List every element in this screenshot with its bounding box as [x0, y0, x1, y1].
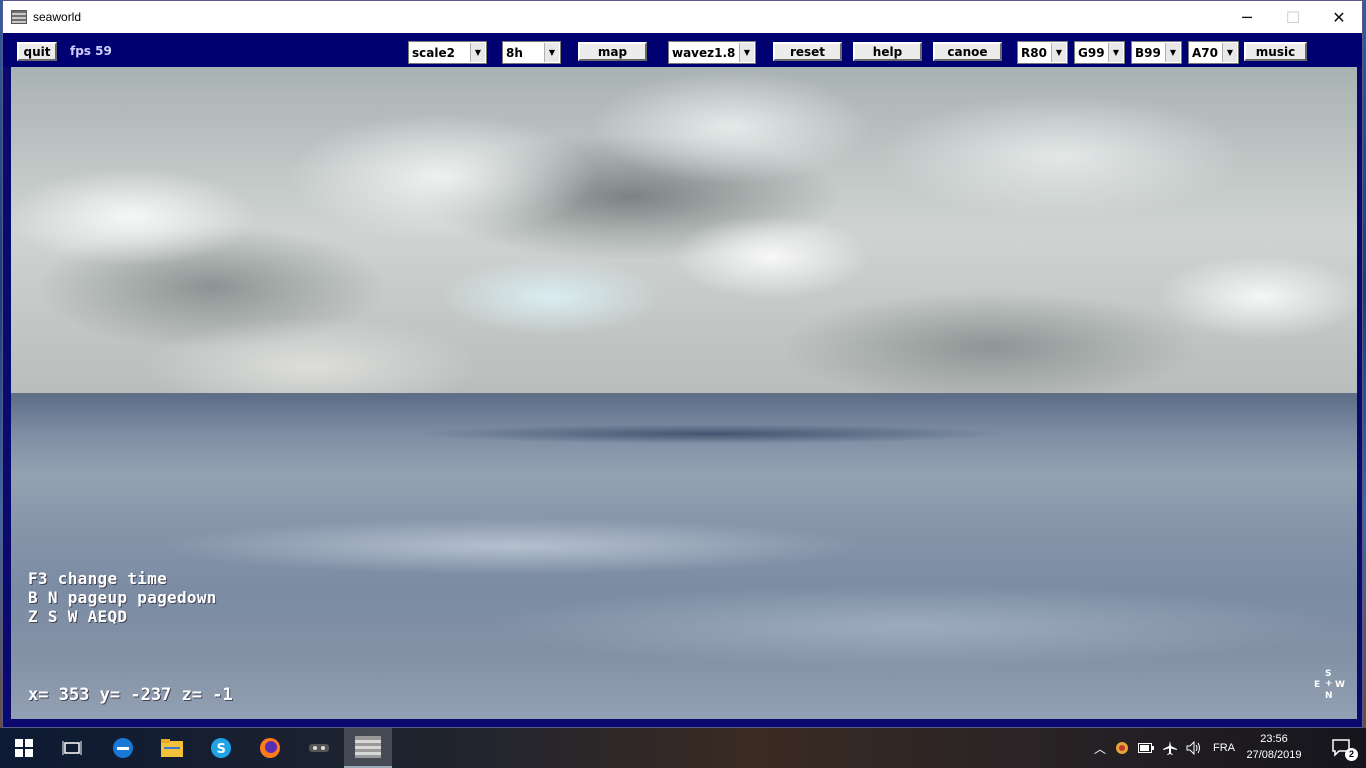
dropdown-arrow-icon: ▼ — [544, 43, 559, 62]
clock-time: 23:56 — [1260, 733, 1288, 745]
clock[interactable]: 23:56 27/08/2019 — [1240, 731, 1308, 763]
red-select-value: R80 — [1021, 45, 1047, 60]
window-title: seaworld — [33, 10, 82, 24]
fps-counter: fps 59 — [70, 44, 112, 58]
compass-center: + — [1325, 679, 1333, 689]
firefox-icon[interactable] — [246, 728, 294, 768]
green-select[interactable]: G99 ▼ — [1074, 41, 1125, 64]
wave-select[interactable]: wavez1.8 ▼ — [668, 41, 756, 64]
app-icon — [11, 10, 27, 24]
minimize-button[interactable]: ─ — [1224, 1, 1270, 33]
sea-surface — [11, 396, 1357, 719]
blue-select[interactable]: B99 ▼ — [1131, 41, 1182, 64]
maximize-button[interactable]: ☐ — [1270, 1, 1316, 33]
reset-button[interactable]: reset — [773, 42, 842, 61]
skype-icon[interactable]: S — [197, 728, 245, 768]
compass-w: W — [1335, 680, 1345, 690]
dropdown-arrow-icon: ▼ — [1108, 43, 1123, 62]
quit-button[interactable]: quit — [17, 42, 57, 61]
notification-count-badge: 2 — [1345, 748, 1358, 761]
title-bar[interactable]: seaworld ─ ☐ ✕ — [3, 1, 1362, 33]
seaworld-window: seaworld ─ ☐ ✕ quit fps 59 scale2 ▼ 8h ▼… — [2, 0, 1363, 728]
clock-date: 27/08/2019 — [1246, 749, 1302, 761]
position-readout: x= 353 y= -237 z= -1 — [28, 685, 233, 705]
language-indicator[interactable]: FRA — [1206, 742, 1242, 754]
compass-n: N — [1325, 691, 1333, 701]
app-toolbar: quit fps 59 scale2 ▼ 8h ▼ map wavez1.8 ▼… — [3, 33, 1362, 67]
blue-select-value: B99 — [1135, 45, 1161, 60]
green-select-value: G99 — [1078, 45, 1105, 60]
dropdown-arrow-icon: ▼ — [739, 43, 754, 62]
security-icon[interactable] — [1110, 741, 1134, 755]
compass-icon: S E + W N — [1311, 667, 1347, 707]
system-tray: ︿ FRA — [1090, 728, 1242, 768]
dropdown-arrow-icon: ▼ — [470, 43, 485, 62]
task-view-icon[interactable] — [48, 728, 96, 768]
alpha-select-value: A70 — [1192, 45, 1218, 60]
battery-icon[interactable] — [1134, 743, 1158, 753]
map-button[interactable]: map — [578, 42, 647, 61]
alpha-select[interactable]: A70 ▼ — [1188, 41, 1239, 64]
svg-text:S: S — [217, 742, 226, 757]
hint-move-keys: Z S W AEQD — [28, 607, 128, 626]
volume-icon[interactable] — [1182, 741, 1206, 755]
compass-s: S — [1325, 669, 1332, 679]
seaworld-app-icon[interactable] — [344, 728, 392, 768]
edge-icon[interactable] — [99, 728, 147, 768]
taskbar: S ︿ FRA 23:56 27/08/2019 2 — [0, 728, 1366, 768]
red-select[interactable]: R80 ▼ — [1017, 41, 1068, 64]
time-select-value: 8h — [506, 45, 523, 60]
3d-viewport[interactable]: F3 change time B N pageup pagedown Z S W… — [11, 67, 1357, 719]
start-icon[interactable] — [0, 728, 48, 768]
dropdown-arrow-icon: ▼ — [1222, 43, 1237, 62]
hint-camera-keys: B N pageup pagedown — [28, 588, 217, 607]
dropdown-arrow-icon: ▼ — [1165, 43, 1180, 62]
help-button[interactable]: help — [853, 42, 922, 61]
time-select[interactable]: 8h ▼ — [502, 41, 561, 64]
file-explorer-icon[interactable] — [148, 728, 196, 768]
game-icon[interactable] — [295, 728, 343, 768]
compass-e: E — [1314, 680, 1321, 690]
dropdown-arrow-icon: ▼ — [1051, 43, 1066, 62]
sky-clouds — [11, 67, 1357, 397]
canoe-button[interactable]: canoe — [933, 42, 1002, 61]
scale-select-value: scale2 — [412, 45, 455, 60]
scale-select[interactable]: scale2 ▼ — [408, 41, 487, 64]
airplane-mode-icon[interactable] — [1158, 740, 1182, 756]
chevron-up-icon[interactable]: ︿ — [1090, 740, 1110, 757]
wave-select-value: wavez1.8 — [672, 45, 736, 60]
hint-change-time: F3 change time — [28, 569, 168, 588]
notifications-icon[interactable]: 2 — [1318, 728, 1366, 768]
close-button[interactable]: ✕ — [1316, 1, 1362, 33]
music-button[interactable]: music — [1244, 42, 1307, 61]
